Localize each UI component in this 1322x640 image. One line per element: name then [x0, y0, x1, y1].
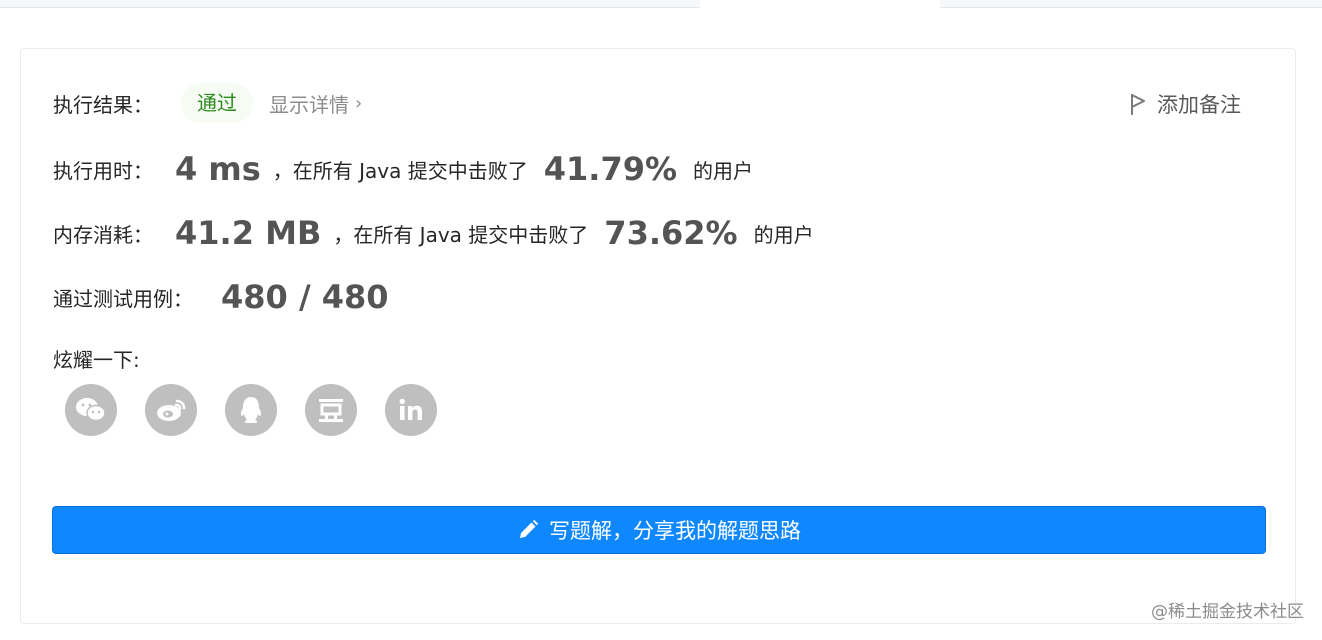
qq-icon[interactable] — [225, 384, 277, 436]
status-badge: 通过 — [181, 83, 253, 123]
tab-bar — [0, 0, 1322, 8]
memory-label: 内存消耗： — [53, 222, 153, 247]
result-label: 执行结果： — [53, 92, 153, 117]
result-row: 执行结果： 通过 显示详情 › — [53, 83, 362, 123]
share-row: 炫耀一下: — [53, 343, 140, 373]
memory-text-before: ，在所有 Java 提交中击败了 — [333, 222, 589, 247]
douban-icon[interactable] — [305, 384, 357, 436]
runtime-text-after: 的用户 — [693, 158, 754, 183]
pencil-icon — [520, 519, 539, 538]
watermark: @稀土掘金技术社区 — [1151, 602, 1304, 622]
write-solution-button[interactable]: 写题解，分享我的解题思路 — [52, 506, 1266, 554]
memory-percent: 73.62% — [604, 214, 738, 252]
submission-result-card: 执行结果： 通过 显示详情 › 添加备注 执行用时： 4 ms ，在所有 Jav… — [20, 48, 1296, 624]
add-note-button[interactable]: 添加备注 — [1129, 89, 1241, 119]
memory-value: 41.2 MB — [175, 214, 322, 252]
runtime-row: 执行用时： 4 ms ，在所有 Java 提交中击败了 41.79% 的用户 — [53, 147, 753, 191]
runtime-label: 执行用时： — [53, 158, 153, 183]
weibo-icon[interactable] — [145, 384, 197, 436]
wechat-icon[interactable] — [65, 384, 117, 436]
write-solution-label: 写题解，分享我的解题思路 — [549, 519, 801, 543]
runtime-percent: 41.79% — [543, 150, 678, 188]
memory-row: 内存消耗： 41.2 MB ，在所有 Java 提交中击败了 73.62% 的用… — [53, 211, 814, 255]
show-details-link[interactable]: 显示详情 — [269, 89, 349, 118]
memory-text-after: 的用户 — [753, 222, 814, 247]
flag-icon — [1131, 94, 1145, 115]
runtime-value: 4 ms — [175, 150, 261, 188]
testcases-label: 通过测试用例： — [53, 286, 193, 311]
testcases-row: 通过测试用例： 480 / 480 — [53, 275, 389, 319]
share-icons — [65, 384, 465, 436]
chevron-right-icon[interactable]: › — [355, 93, 362, 114]
add-note-label: 添加备注 — [1157, 93, 1241, 117]
tab-right[interactable] — [940, 0, 1322, 8]
share-label: 炫耀一下: — [53, 347, 140, 372]
tab-active[interactable] — [700, 0, 940, 7]
testcases-value: 480 / 480 — [221, 278, 389, 316]
linkedin-icon[interactable] — [385, 384, 437, 436]
tab-left[interactable] — [0, 0, 700, 8]
runtime-text-before: ，在所有 Java 提交中击败了 — [272, 158, 528, 183]
